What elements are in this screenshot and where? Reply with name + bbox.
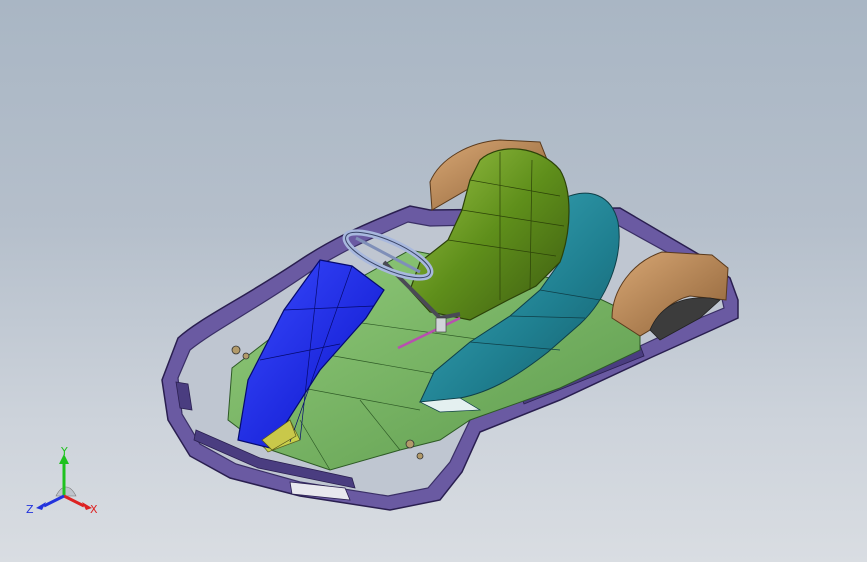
- x-axis-arrow: [63, 494, 85, 508]
- axis-triad: Y Z X: [26, 446, 106, 522]
- triad-z-label: Z: [26, 503, 34, 516]
- triad-x-label: X: [90, 503, 98, 516]
- kart-model[interactable]: [0, 0, 867, 562]
- triad-y-label: Y: [61, 445, 68, 458]
- 3d-viewport[interactable]: Y Z X: [0, 0, 867, 562]
- z-axis-arrow: [43, 494, 65, 508]
